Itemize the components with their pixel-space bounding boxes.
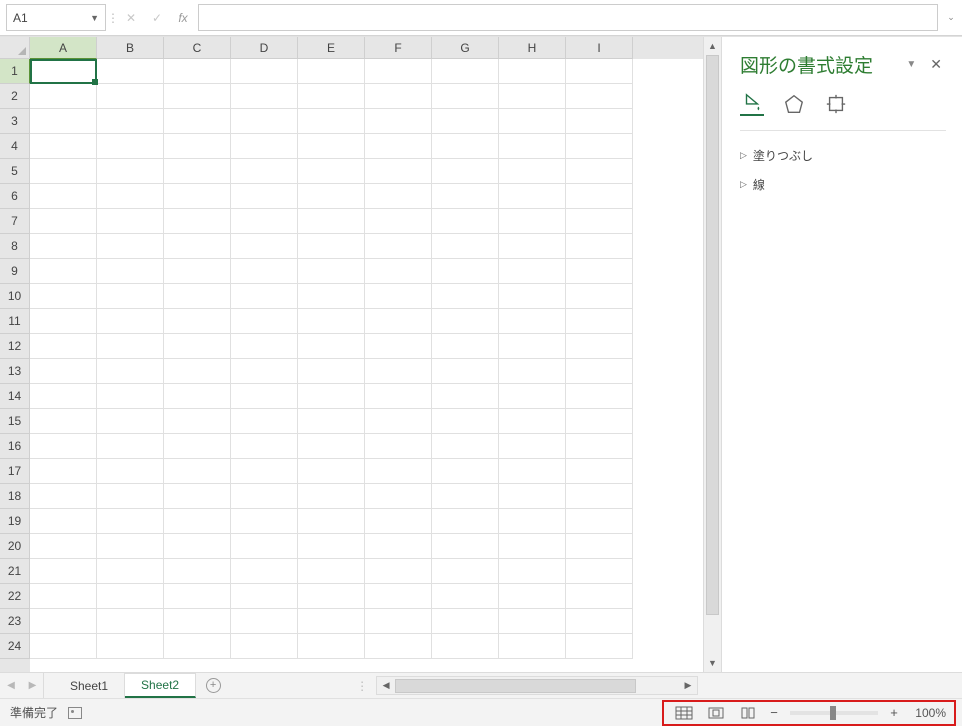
row-header[interactable]: 24 [0, 634, 30, 659]
row-header[interactable]: 22 [0, 584, 30, 609]
column-header-g[interactable]: G [432, 37, 499, 59]
name-box-value: A1 [13, 11, 28, 25]
row-header[interactable]: 18 [0, 484, 30, 509]
spreadsheet-grid: A B C D E F G H I 1 2 3 4 5 6 7 8 9 10 1… [0, 37, 703, 672]
status-ready-label: 準備完了 [10, 704, 58, 721]
effects-tab-icon[interactable] [782, 92, 806, 116]
select-all-corner[interactable] [0, 37, 30, 59]
panel-category-tabs [740, 92, 946, 122]
row-headers-column: 1 2 3 4 5 6 7 8 9 10 11 12 13 14 15 16 1… [0, 59, 30, 672]
line-section-label: 線 [753, 176, 765, 193]
page-break-view-button[interactable] [734, 703, 762, 723]
macro-record-icon[interactable] [68, 707, 82, 719]
formula-input[interactable] [198, 4, 938, 31]
row-header[interactable]: 3 [0, 109, 30, 134]
formula-bar: A1 ▼ ⋮ ✕ ✓ fx ⌄ [0, 0, 962, 36]
scroll-right-button[interactable]: ▶ [679, 680, 697, 691]
new-sheet-button[interactable]: + [196, 673, 230, 698]
row-header[interactable]: 15 [0, 409, 30, 434]
zoom-in-button[interactable]: + [886, 705, 902, 720]
row-header[interactable]: 21 [0, 559, 30, 584]
size-properties-tab-icon[interactable] [824, 92, 848, 116]
name-box-dropdown-icon[interactable]: ▼ [90, 13, 99, 23]
row-header[interactable]: 1 [0, 59, 30, 84]
name-box[interactable]: A1 ▼ [6, 4, 106, 31]
tab-drag-handle[interactable]: ⋮ [350, 673, 374, 698]
horizontal-scrollbar[interactable]: ◀ ▶ [376, 676, 698, 695]
sheet-tab-label: Sheet2 [141, 678, 179, 692]
zoom-out-button[interactable]: − [766, 705, 782, 720]
status-bar: 準備完了 − + 100% [0, 698, 962, 726]
row-header[interactable]: 5 [0, 159, 30, 184]
row-header[interactable]: 12 [0, 334, 30, 359]
row-header[interactable]: 13 [0, 359, 30, 384]
format-shape-panel: 図形の書式設定 ▼ ✕ ▷ 塗りつぶし ▷ 線 [721, 37, 962, 672]
main-area: A B C D E F G H I 1 2 3 4 5 6 7 8 9 10 1… [0, 36, 962, 672]
column-header-e[interactable]: E [298, 37, 365, 59]
row-header[interactable]: 9 [0, 259, 30, 284]
column-header-i[interactable]: I [566, 37, 633, 59]
fill-section-header[interactable]: ▷ 塗りつぶし [740, 141, 946, 170]
formula-bar-divider: ⋮ [108, 0, 118, 35]
plus-icon: + [206, 678, 221, 693]
horizontal-scroll-track[interactable] [395, 679, 679, 693]
row-header[interactable]: 23 [0, 609, 30, 634]
zoom-slider-thumb[interactable] [830, 706, 836, 720]
fx-icon: fx [178, 11, 187, 25]
sheet-tabs-bar: ◀ ▶ Sheet1 Sheet2 + ⋮ ◀ ▶ [0, 672, 962, 698]
zoom-percentage[interactable]: 100% [906, 706, 946, 720]
row-header[interactable]: 20 [0, 534, 30, 559]
row-header[interactable]: 16 [0, 434, 30, 459]
cancel-formula-button: ✕ [118, 0, 144, 35]
fill-section-label: 塗りつぶし [753, 147, 813, 164]
highlighted-view-zoom-controls: − + 100% [662, 700, 956, 726]
row-header[interactable]: 2 [0, 84, 30, 109]
horizontal-scroll-thumb[interactable] [395, 679, 636, 693]
scroll-down-button[interactable]: ▼ [704, 654, 721, 672]
column-header-c[interactable]: C [164, 37, 231, 59]
fill-line-tab-icon[interactable] [740, 92, 764, 116]
panel-close-button[interactable]: ✕ [926, 54, 946, 75]
zoom-slider[interactable] [790, 711, 878, 715]
panel-options-dropdown[interactable]: ▼ [902, 55, 920, 74]
expand-triangle-icon: ▷ [740, 179, 747, 190]
column-headers-row: A B C D E F G H I [0, 37, 703, 59]
tab-scroll-first-button[interactable]: ◀ [0, 673, 22, 698]
expand-triangle-icon: ▷ [740, 150, 747, 161]
row-header[interactable]: 4 [0, 134, 30, 159]
page-layout-view-button[interactable] [702, 703, 730, 723]
sheet-tab-label: Sheet1 [70, 679, 108, 693]
row-header[interactable]: 7 [0, 209, 30, 234]
vertical-scroll-thumb[interactable] [706, 55, 719, 615]
column-header-h[interactable]: H [499, 37, 566, 59]
row-header[interactable]: 8 [0, 234, 30, 259]
vertical-scrollbar[interactable]: ▲ ▼ [703, 37, 721, 672]
panel-separator [740, 130, 946, 131]
column-header-a[interactable]: A [30, 37, 97, 59]
row-header[interactable]: 14 [0, 384, 30, 409]
column-header-f[interactable]: F [365, 37, 432, 59]
sheet-tab-sheet2[interactable]: Sheet2 [125, 673, 196, 698]
scroll-left-button[interactable]: ◀ [377, 680, 395, 691]
vertical-scroll-track[interactable] [704, 55, 721, 654]
normal-view-button[interactable] [670, 703, 698, 723]
row-header[interactable]: 11 [0, 309, 30, 334]
row-header[interactable]: 17 [0, 459, 30, 484]
column-header-d[interactable]: D [231, 37, 298, 59]
tab-scroll-last-button[interactable]: ▶ [22, 673, 44, 698]
enter-formula-button: ✓ [144, 0, 170, 35]
cells-area[interactable] [30, 59, 703, 672]
expand-formula-bar-button[interactable]: ⌄ [940, 0, 962, 35]
insert-function-button[interactable]: fx [170, 0, 196, 35]
row-header[interactable]: 10 [0, 284, 30, 309]
column-header-b[interactable]: B [97, 37, 164, 59]
row-header[interactable]: 19 [0, 509, 30, 534]
panel-title: 図形の書式設定 [740, 51, 896, 78]
sheet-tab-sheet1[interactable]: Sheet1 [54, 673, 125, 698]
scroll-up-button[interactable]: ▲ [704, 37, 721, 55]
line-section-header[interactable]: ▷ 線 [740, 170, 946, 199]
grid-body: 1 2 3 4 5 6 7 8 9 10 11 12 13 14 15 16 1… [0, 59, 703, 672]
row-header[interactable]: 6 [0, 184, 30, 209]
